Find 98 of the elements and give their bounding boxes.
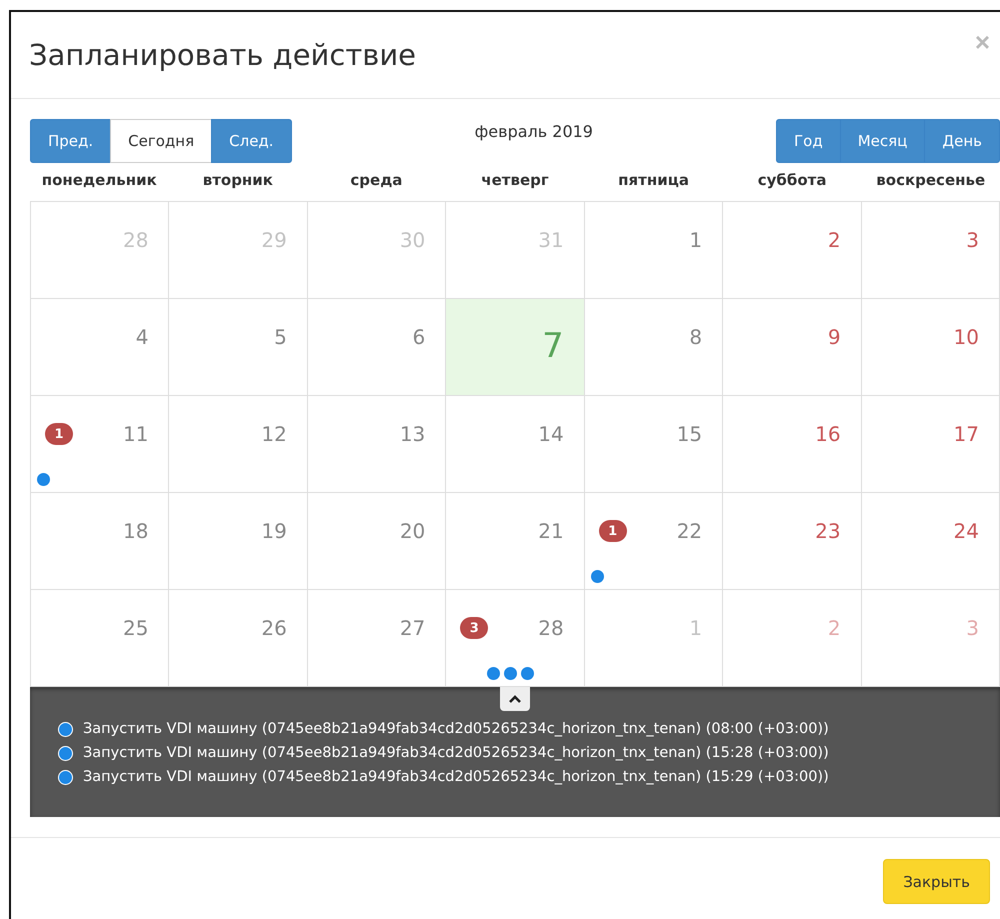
collapse-button[interactable]: [500, 687, 530, 711]
day-number: 28: [122, 228, 148, 252]
day-number: 17: [954, 422, 979, 446]
day-number: 6: [412, 325, 426, 349]
day-cell[interactable]: 5: [169, 299, 308, 396]
day-cell[interactable]: 2: [723, 590, 862, 687]
event-count-badge: 1: [598, 520, 627, 542]
day-number: 15: [676, 422, 702, 446]
view-button[interactable]: День: [924, 119, 1000, 163]
day-number: 14: [538, 422, 564, 446]
event-dot: [58, 770, 73, 784]
day-number: 16: [815, 422, 841, 446]
day-number: 10: [954, 325, 979, 349]
day-cell[interactable]: 1: [584, 202, 724, 299]
day-number: 26: [261, 616, 287, 640]
day-cell[interactable]: 13: [308, 396, 446, 493]
day-number: 22: [676, 519, 702, 543]
day-number: 23: [815, 519, 841, 543]
close-dialog-button[interactable]: Закрыть: [883, 859, 990, 904]
day-cell[interactable]: 18: [31, 493, 170, 590]
day-cell[interactable]: 15: [584, 396, 724, 493]
day-number: 1: [689, 616, 702, 640]
day-number: 31: [538, 228, 564, 252]
day-cell[interactable]: 12: [169, 396, 308, 493]
day-number: 21: [538, 519, 564, 543]
event-dot: [521, 667, 534, 680]
day-number: 3: [966, 616, 979, 640]
event-item[interactable]: Запустить VDI машину (0745ee8b21a949fab34cd2d05265234c_horizon_tnx_tenan) (15:28 (+03:00)): [83, 745, 829, 761]
event-dot: [504, 667, 518, 680]
day-cell[interactable]: 3 28: [446, 590, 585, 687]
day-cell[interactable]: 3: [862, 202, 1000, 299]
day-number: 27: [400, 616, 426, 640]
day-number: 20: [400, 519, 426, 543]
event-item[interactable]: Запустить VDI машину (0745ee8b21a949fab34cd2d05265234c_horizon_tnx_tenan) (15:29 (+03:00)): [83, 769, 829, 785]
event-dot: [590, 570, 604, 583]
day-cell[interactable]: 1 11: [31, 396, 170, 493]
day-number: 13: [400, 422, 426, 446]
event-dot: [37, 473, 50, 486]
day-cell[interactable]: 4: [31, 299, 170, 396]
month-title: февраль 2019: [474, 122, 593, 141]
chevron-up-icon: [508, 694, 522, 704]
day-number: 24: [954, 519, 979, 543]
event-dot: [58, 722, 73, 736]
day-cell[interactable]: 6: [308, 299, 446, 396]
day-number: 28: [538, 616, 564, 640]
day-cell[interactable]: 10: [862, 299, 1000, 396]
day-cell[interactable]: 20: [308, 493, 446, 590]
day-number: 29: [261, 228, 287, 252]
day-number: 30: [400, 228, 426, 252]
nav-button[interactable]: Сегодня: [110, 119, 212, 163]
day-number: 9: [828, 325, 841, 349]
day-number: 7: [542, 326, 564, 366]
day-cell[interactable]: 21: [446, 493, 585, 590]
day-number: 25: [122, 616, 148, 640]
day-cell[interactable]: 1 22: [584, 493, 724, 590]
event-count-badge: 3: [460, 617, 488, 639]
weekday-header: четверг: [481, 171, 549, 189]
day-number: 11: [122, 422, 148, 446]
day-number: 8: [689, 325, 702, 349]
day-cell[interactable]: 19: [169, 493, 308, 590]
view-button[interactable]: Месяц: [840, 119, 926, 163]
day-number: 18: [122, 519, 148, 543]
view-button[interactable]: Год: [776, 119, 841, 163]
day-number: 19: [261, 519, 287, 543]
dialog-title: Запланировать действие: [29, 38, 416, 72]
day-cell[interactable]: 7: [446, 299, 585, 396]
day-cell[interactable]: 26: [169, 590, 308, 687]
close-button[interactable]: ×: [974, 26, 990, 58]
day-cell[interactable]: 25: [31, 590, 170, 687]
day-cell[interactable]: 27: [308, 590, 446, 687]
day-number: 2: [828, 228, 841, 252]
event-dot: [58, 746, 73, 760]
day-number: 3: [966, 228, 979, 252]
day-number: 2: [828, 616, 841, 640]
weekday-header: вторник: [202, 171, 273, 189]
weekday-header: пятница: [618, 171, 689, 189]
day-cell[interactable]: 23: [723, 493, 862, 590]
day-cell[interactable]: 9: [723, 299, 862, 396]
day-cell[interactable]: 24: [862, 493, 1000, 590]
nav-button[interactable]: Пред.: [30, 119, 112, 163]
day-cell[interactable]: 16: [723, 396, 862, 493]
day-cell[interactable]: 3: [862, 590, 1000, 687]
day-cell[interactable]: 2: [723, 202, 862, 299]
day-number: 5: [274, 325, 287, 349]
day-number: 1: [689, 228, 702, 252]
weekday-header: среда: [350, 171, 402, 189]
nav-button[interactable]: След.: [211, 119, 292, 163]
event-dot: [487, 667, 500, 680]
day-number: 12: [261, 422, 287, 446]
weekday-header: понедельник: [42, 171, 157, 189]
day-cell[interactable]: 8: [584, 299, 724, 396]
day-cell[interactable]: 14: [446, 396, 585, 493]
day-cell[interactable]: 17: [862, 396, 1000, 493]
event-count-badge: 1: [45, 423, 73, 445]
event-item[interactable]: Запустить VDI машину (0745ee8b21a949fab34cd2d05265234c_horizon_tnx_tenan) (08:00 (+03:00)): [83, 721, 829, 737]
weekday-header: воскресенье: [876, 171, 986, 189]
weekday-header: суббота: [758, 171, 826, 189]
day-number: 4: [136, 325, 148, 349]
